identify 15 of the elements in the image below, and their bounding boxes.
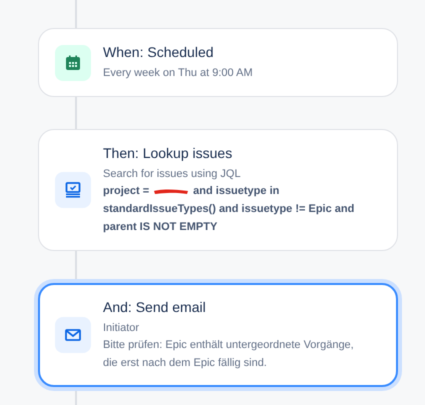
- query-text: project =: [103, 184, 150, 200]
- step-subtitle: Every week on Thu at 9:00 AM: [103, 66, 253, 82]
- step-title: And: Send email: [103, 298, 207, 316]
- query-text: standardIssueTypes() and issuetype != Epic and parent IS NOT EMPTY: [103, 202, 356, 235]
- query-text: and issuetype in: [193, 184, 280, 200]
- step-subtitle: Search for issues using JQL: [103, 167, 242, 182]
- email-message: Bitte prüfen: Epic enthält untergeordnete Vorgänge, die erst nach dem Epic fällig sind.: [103, 338, 355, 371]
- step-subtitle: Initiator: [103, 321, 140, 336]
- step-title: When: Scheduled: [103, 43, 215, 62]
- monitor-icon: [55, 172, 91, 208]
- step-card[interactable]: When: Scheduled Every week on Thu at 9:00 AM: [38, 28, 398, 98]
- step-card[interactable]: Then: Lookup issues Search for issues using JQL project = and issuetype in standardIssueTypes() and issuetype != Epic and parent IS NOT EMPTY: [38, 129, 398, 252]
- envelope-icon: [55, 316, 91, 353]
- calendar-icon: [55, 44, 91, 81]
- step-title: Then: Lookup issues: [103, 144, 234, 162]
